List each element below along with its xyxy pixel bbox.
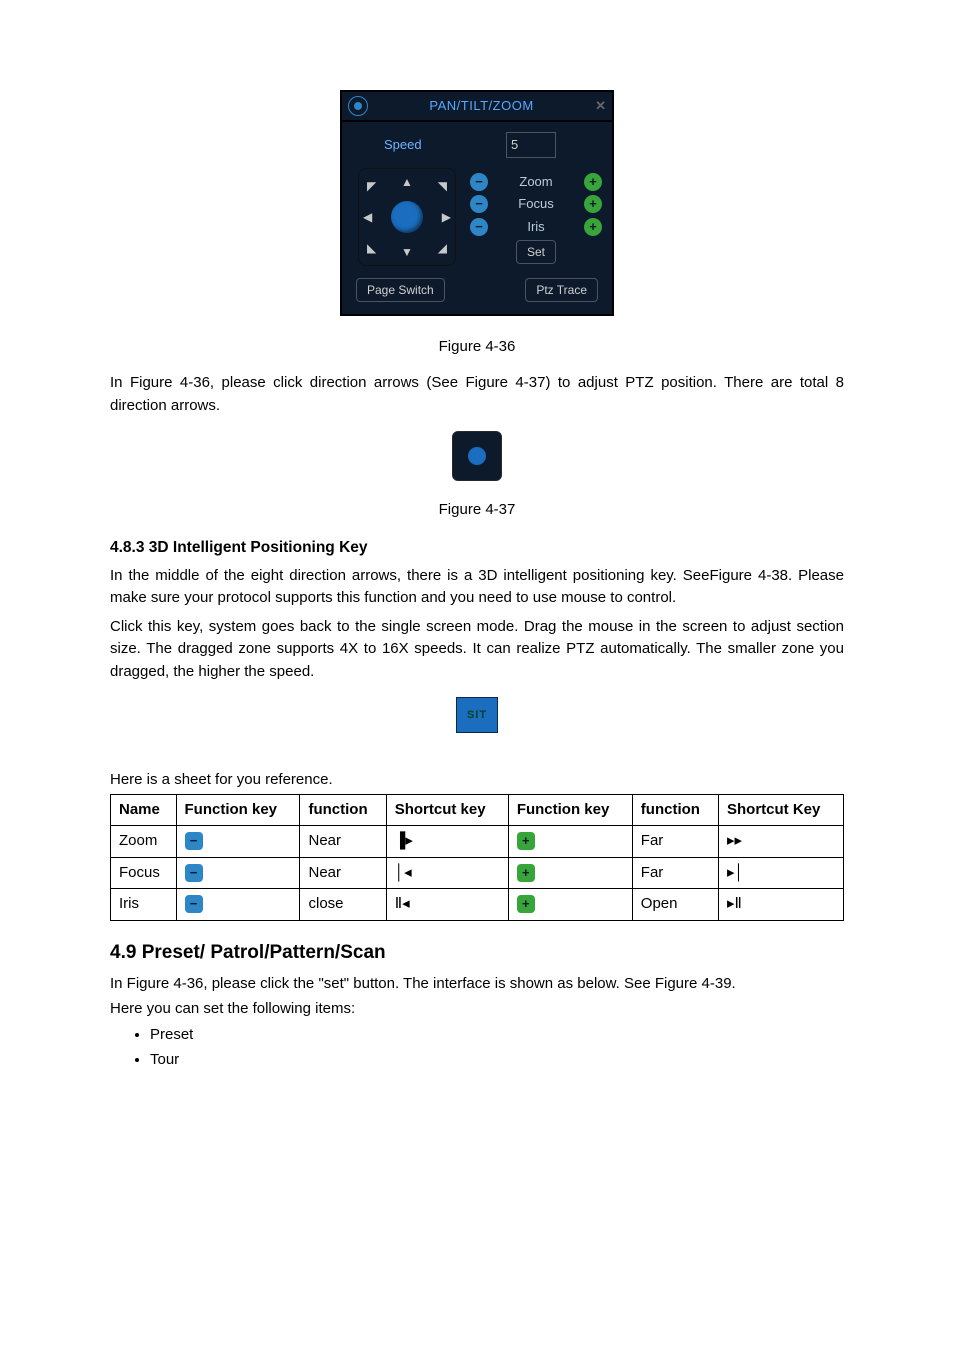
minus-icon: − bbox=[185, 864, 203, 882]
arrow-right-icon[interactable]: ▶ bbox=[442, 208, 451, 226]
list-item: Tour bbox=[150, 1049, 844, 1072]
zoom-plus-button[interactable]: + bbox=[584, 173, 602, 191]
zoom-minus-button[interactable]: − bbox=[470, 173, 488, 191]
section-heading-4-8-3: 4.8.3 3D Intelligent Positioning Key bbox=[110, 536, 844, 559]
cell-func: Open bbox=[632, 889, 718, 921]
table-row: Zoom − Near ▐▸ + Far ▸▸ bbox=[111, 826, 844, 858]
ptz-trace-button[interactable]: Ptz Trace bbox=[525, 278, 598, 302]
table-row: Iris − close Ⅱ◂ + Open ▸Ⅱ bbox=[111, 889, 844, 921]
paragraph-3d-key-a: In the middle of the eight direction arr… bbox=[110, 565, 844, 610]
list-item: Preset bbox=[150, 1024, 844, 1047]
th-name: Name bbox=[111, 794, 177, 826]
speed-label: Speed bbox=[358, 135, 506, 155]
plus-icon: + bbox=[517, 832, 535, 850]
sit-center-button[interactable] bbox=[391, 201, 423, 233]
arrow-up-icon[interactable]: ▲ bbox=[401, 173, 413, 191]
figure-caption-4-36: Figure 4-36 bbox=[110, 336, 844, 359]
th-func-key-1: Function key bbox=[176, 794, 300, 826]
minus-icon: − bbox=[185, 895, 203, 913]
cell-name: Iris bbox=[111, 889, 177, 921]
reference-table: Name Function key function Shortcut key … bbox=[110, 794, 844, 921]
paragraph-ptz-intro: In Figure 4-36, please click direction a… bbox=[110, 372, 844, 417]
table-row: Focus − Near │◂ + Far ▸│ bbox=[111, 857, 844, 889]
sit-key-figure: SIT bbox=[456, 697, 498, 733]
cell-func: Near bbox=[300, 826, 386, 858]
ptz-panel: PAN/TILT/ZOOM ✕ Speed 5 ▲ ▼ ▶ ◀ ◥ bbox=[340, 90, 614, 316]
iris-plus-button[interactable]: + bbox=[584, 218, 602, 236]
arrow-se-icon[interactable]: ◢ bbox=[438, 239, 447, 257]
cell-func: Near bbox=[300, 857, 386, 889]
plus-icon: + bbox=[517, 864, 535, 882]
sheet-intro: Here is a sheet for you reference. bbox=[110, 769, 844, 792]
cell-sk: Ⅱ◂ bbox=[386, 889, 508, 921]
speed-input[interactable]: 5 bbox=[506, 132, 556, 158]
close-icon[interactable]: ✕ bbox=[595, 96, 606, 116]
zoom-label: Zoom bbox=[488, 172, 584, 192]
th-shortcut-2: Shortcut Key bbox=[719, 794, 844, 826]
cell-func: Far bbox=[632, 857, 718, 889]
plus-icon: + bbox=[517, 895, 535, 913]
sit-label: SIT bbox=[467, 707, 487, 724]
cell-func: Far bbox=[632, 826, 718, 858]
cell-name: Focus bbox=[111, 857, 177, 889]
section-heading-4-9: 4.9 Preset/ Patrol/Pattern/Scan bbox=[110, 939, 844, 968]
iris-minus-button[interactable]: − bbox=[470, 218, 488, 236]
arrow-ne-icon[interactable]: ◥ bbox=[438, 177, 447, 195]
focus-plus-button[interactable]: + bbox=[584, 195, 602, 213]
focus-minus-button[interactable]: − bbox=[470, 195, 488, 213]
arrow-nw-icon[interactable]: ◤ bbox=[367, 177, 376, 195]
th-function-2: function bbox=[632, 794, 718, 826]
th-func-key-2: Function key bbox=[508, 794, 632, 826]
cell-sk: ▸Ⅱ bbox=[719, 889, 844, 921]
direction-arrows-figure bbox=[452, 431, 502, 481]
cell-sk: ▸│ bbox=[719, 857, 844, 889]
th-shortcut-1: Shortcut key bbox=[386, 794, 508, 826]
cell-sk: ▸▸ bbox=[719, 826, 844, 858]
cell-sk: │◂ bbox=[386, 857, 508, 889]
table-header-row: Name Function key function Shortcut key … bbox=[111, 794, 844, 826]
arrow-down-icon[interactable]: ▼ bbox=[401, 243, 413, 261]
minus-icon: − bbox=[185, 832, 203, 850]
paragraph-set-intro: In Figure 4-36, please click the "set" b… bbox=[110, 973, 844, 996]
ptz-title: PAN/TILT/ZOOM bbox=[368, 96, 595, 116]
cell-sk: ▐▸ bbox=[386, 826, 508, 858]
iris-label: Iris bbox=[488, 217, 584, 237]
page-switch-button[interactable]: Page Switch bbox=[356, 278, 445, 302]
arrow-sw-icon[interactable]: ◣ bbox=[367, 239, 376, 257]
bullet-list: Preset Tour bbox=[110, 1024, 844, 1071]
figure-caption-4-37: Figure 4-37 bbox=[110, 499, 844, 522]
cell-name: Zoom bbox=[111, 826, 177, 858]
focus-label: Focus bbox=[488, 194, 584, 214]
cell-func: close bbox=[300, 889, 386, 921]
paragraph-items-intro: Here you can set the following items: bbox=[110, 998, 844, 1021]
camera-icon bbox=[348, 96, 368, 116]
direction-joystick[interactable]: ▲ ▼ ▶ ◀ ◥ ◤ ◢ ◣ bbox=[358, 168, 456, 266]
paragraph-3d-key-b: Click this key, system goes back to the … bbox=[110, 616, 844, 684]
th-function-1: function bbox=[300, 794, 386, 826]
set-button[interactable]: Set bbox=[516, 240, 556, 264]
arrow-left-icon[interactable]: ◀ bbox=[363, 208, 372, 226]
